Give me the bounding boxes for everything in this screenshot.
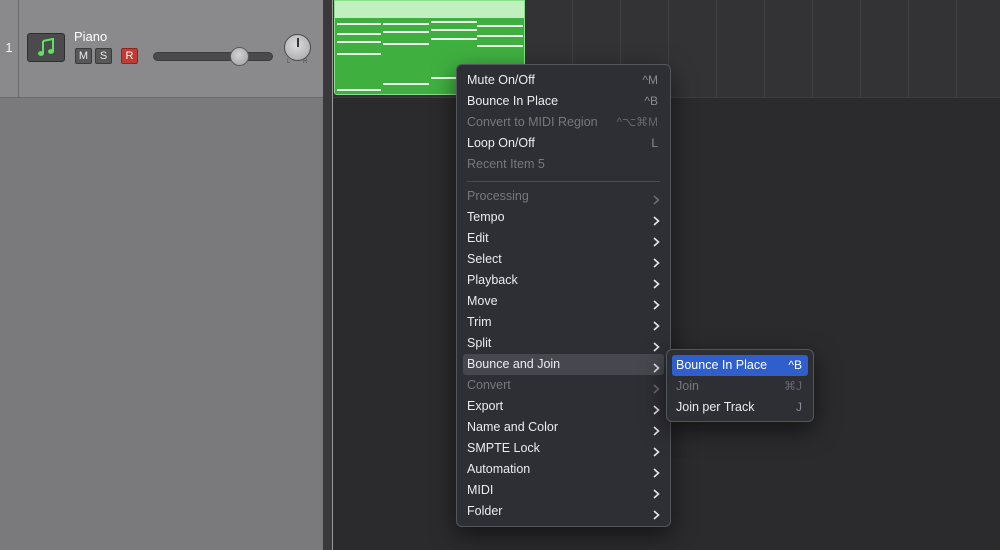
submenu-item-bounce-in-place[interactable]: Bounce In Place ^B xyxy=(672,355,808,376)
menu-item-label: Trim xyxy=(467,315,492,329)
submenu-item-join-per-track[interactable]: Join per Track J xyxy=(672,397,808,418)
menu-item-label: Select xyxy=(467,252,502,266)
midi-note xyxy=(337,33,381,35)
menu-item-name-and-color[interactable]: Name and Color xyxy=(463,417,664,438)
grid-line xyxy=(908,0,909,97)
menu-item-edit[interactable]: Edit xyxy=(463,228,664,249)
menu-item-tempo[interactable]: Tempo xyxy=(463,207,664,228)
menu-item-label: Join per Track xyxy=(676,400,755,414)
menu-item-label: Convert to MIDI Region xyxy=(467,115,598,129)
menu-item-label: MIDI xyxy=(467,483,494,497)
menu-item-label: Bounce In Place xyxy=(467,94,559,108)
midi-note xyxy=(383,83,429,85)
midi-note xyxy=(477,35,523,37)
midi-note xyxy=(383,23,429,25)
midi-note xyxy=(337,23,381,25)
grid-line xyxy=(956,0,957,97)
mute-button[interactable]: M xyxy=(75,48,92,64)
menu-item-label: Recent Item 5 xyxy=(467,157,545,171)
midi-note xyxy=(337,89,381,91)
menu-item-label: Edit xyxy=(467,231,489,245)
track-list: 1 Piano M S R L R xyxy=(0,0,323,550)
pan-left-label: L xyxy=(287,59,291,65)
menu-item-label: Processing xyxy=(467,189,529,203)
menu-item-shortcut: ^⌥⌘M xyxy=(616,115,658,129)
grid-line xyxy=(812,0,813,97)
music-note-icon[interactable] xyxy=(27,33,65,62)
track-number-column: 1 xyxy=(0,0,19,97)
track-number: 1 xyxy=(5,40,13,55)
pan-knob[interactable] xyxy=(284,34,311,61)
midi-note xyxy=(337,53,381,55)
solo-button[interactable]: S xyxy=(95,48,112,64)
menu-item-shortcut: J xyxy=(796,400,802,414)
menu-item-mute-on-off[interactable]: Mute On/Off ^M xyxy=(463,70,664,91)
menu-item-label: Convert xyxy=(467,378,511,392)
menu-item-label: Loop On/Off xyxy=(467,136,535,150)
menu-item-label: Bounce In Place xyxy=(676,358,768,372)
menu-item-label: Tempo xyxy=(467,210,505,224)
menu-item-label: Automation xyxy=(467,462,531,476)
region-header[interactable] xyxy=(335,1,524,18)
midi-note xyxy=(477,25,523,27)
menu-item-smpte-lock[interactable]: SMPTE Lock xyxy=(463,438,664,459)
menu-item-midi[interactable]: MIDI xyxy=(463,480,664,501)
menu-item-bounce-and-join[interactable]: Bounce and Join xyxy=(463,354,664,375)
bounce-and-join-submenu: Bounce In Place ^B Join ⌘J Join per Track J xyxy=(666,349,814,422)
menu-separator xyxy=(467,181,660,182)
volume-slider-handle[interactable] xyxy=(229,47,249,66)
menu-item-label: Split xyxy=(467,336,492,350)
midi-note xyxy=(477,45,523,47)
menu-item-recent-item-5: Recent Item 5 xyxy=(463,154,664,175)
menu-item-label: SMPTE Lock xyxy=(467,441,540,455)
menu-item-move[interactable]: Move xyxy=(463,291,664,312)
menu-item-processing: Processing xyxy=(463,186,664,207)
menu-item-label: Export xyxy=(467,399,504,413)
menu-item-shortcut: ⌘J xyxy=(784,379,802,393)
menu-item-shortcut: ^B xyxy=(788,358,802,372)
grid-line xyxy=(716,0,717,97)
submenu-item-join: Join ⌘J xyxy=(672,376,808,397)
midi-note xyxy=(431,38,477,40)
menu-item-label: Playback xyxy=(467,273,518,287)
menu-item-playback[interactable]: Playback xyxy=(463,270,664,291)
record-button[interactable]: R xyxy=(121,48,138,64)
menu-item-shortcut: L xyxy=(651,136,658,150)
chevron-right-icon xyxy=(653,507,660,525)
grid-line xyxy=(764,0,765,97)
menu-item-folder[interactable]: Folder xyxy=(463,501,664,522)
midi-note xyxy=(431,21,477,23)
midi-note xyxy=(337,41,381,43)
menu-item-convert-to-midi-region: Convert to MIDI Region ^⌥⌘M xyxy=(463,112,664,133)
menu-item-bounce-in-place[interactable]: Bounce In Place ^B xyxy=(463,91,664,112)
menu-item-label: Bounce and Join xyxy=(467,357,561,371)
menu-item-trim[interactable]: Trim xyxy=(463,312,664,333)
menu-item-label: Join xyxy=(676,379,699,393)
menu-item-label: Mute On/Off xyxy=(467,73,535,87)
context-menu: Mute On/Off ^M Bounce In Place ^B Convert to… xyxy=(456,64,671,527)
track-name[interactable]: Piano xyxy=(74,29,107,44)
menu-item-export[interactable]: Export xyxy=(463,396,664,417)
menu-item-label: Folder xyxy=(467,504,503,518)
menu-item-convert: Convert xyxy=(463,375,664,396)
menu-item-label: Move xyxy=(467,294,498,308)
menu-item-label: Name and Color xyxy=(467,420,559,434)
midi-note xyxy=(431,29,477,31)
pan-right-label: R xyxy=(303,59,308,65)
grid-line xyxy=(860,0,861,97)
menu-item-shortcut: ^B xyxy=(644,94,658,108)
midi-note xyxy=(383,31,429,33)
menu-item-automation[interactable]: Automation xyxy=(463,459,664,480)
track-header[interactable]: 1 Piano M S R L R xyxy=(0,0,323,98)
track-list-divider[interactable] xyxy=(323,0,333,550)
menu-item-split[interactable]: Split xyxy=(463,333,664,354)
menu-item-select[interactable]: Select xyxy=(463,249,664,270)
volume-slider[interactable] xyxy=(153,52,273,61)
midi-note xyxy=(383,43,429,45)
menu-item-shortcut: ^M xyxy=(642,73,658,87)
menu-item-loop-on-off[interactable]: Loop On/Off L xyxy=(463,133,664,154)
